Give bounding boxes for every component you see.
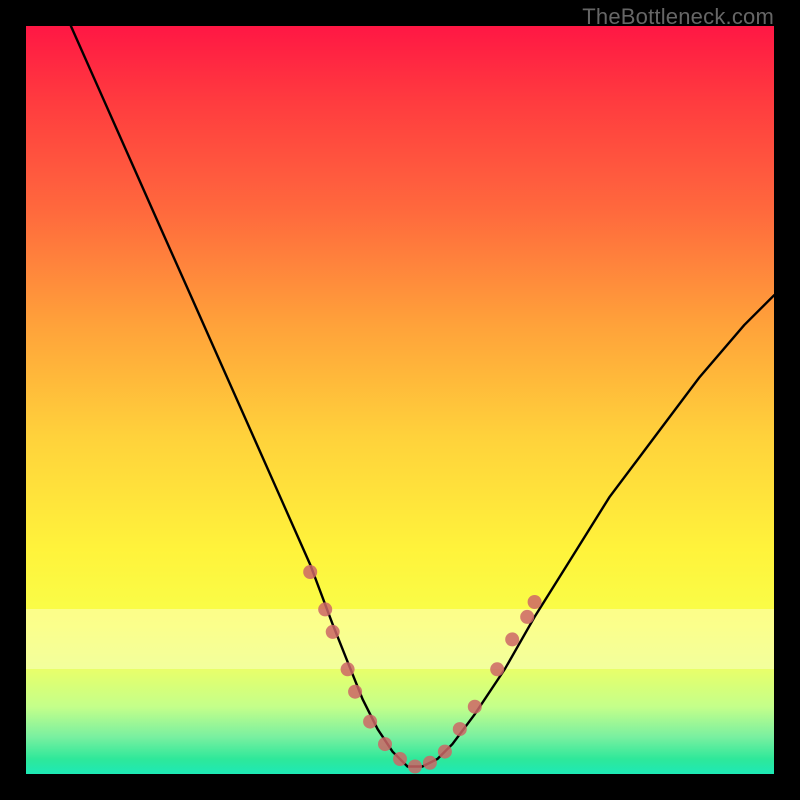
highlight-dot	[318, 602, 332, 616]
highlight-dot	[528, 595, 542, 609]
highlight-dot	[393, 752, 407, 766]
highlight-dot	[520, 610, 534, 624]
highlight-dot	[423, 756, 437, 770]
highlight-dot	[348, 685, 362, 699]
plot-area	[26, 26, 774, 774]
highlight-dot	[408, 760, 422, 774]
curve-path-group	[71, 26, 774, 767]
highlight-dot	[468, 700, 482, 714]
highlight-dot	[326, 625, 340, 639]
highlight-dot	[378, 737, 392, 751]
chart-frame: TheBottleneck.com	[0, 0, 800, 800]
chart-svg	[26, 26, 774, 774]
highlight-dot	[453, 722, 467, 736]
highlight-dot	[363, 715, 377, 729]
highlight-dot	[490, 662, 504, 676]
highlight-dot	[438, 745, 452, 759]
highlight-dot	[505, 632, 519, 646]
watermark-text: TheBottleneck.com	[582, 4, 774, 30]
highlight-dot	[341, 662, 355, 676]
highlight-dot	[303, 565, 317, 579]
bottleneck-curve	[71, 26, 774, 767]
